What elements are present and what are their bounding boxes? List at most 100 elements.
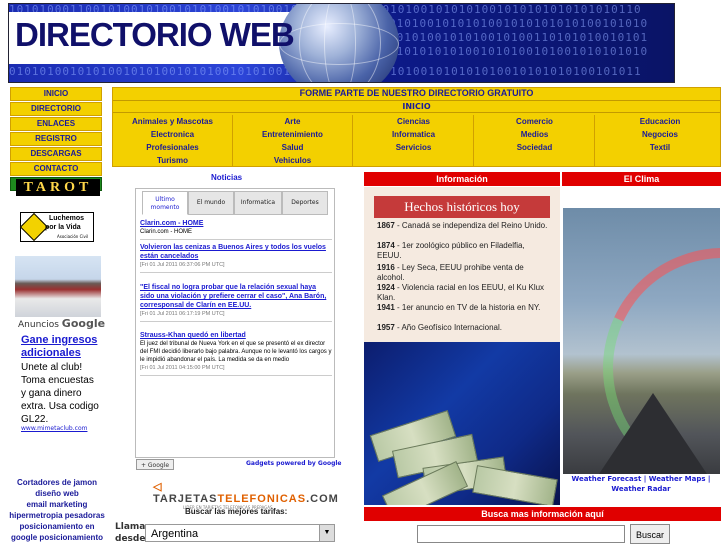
tab-deportes[interactable]: Deportes	[282, 191, 328, 215]
event-year: 1941	[377, 303, 395, 312]
category-vehiculos[interactable]: Vehiculos	[233, 154, 353, 167]
category-medios[interactable]: Medios	[475, 128, 595, 141]
bottom-link[interactable]: google posicionamiento	[8, 532, 106, 543]
event-item: 1924 - Violencia racial en los EEUU, el …	[377, 283, 549, 303]
category-empty	[354, 154, 474, 167]
news-date: [Fri 01 Jul 2011 04:15:00 PM UTC]	[140, 365, 225, 371]
news-item: "El fiscal no logra probar que la relaci…	[140, 283, 332, 322]
nav-item-enlaces[interactable]: ENLACES	[10, 117, 102, 131]
add-to-google-button[interactable]: + Google	[136, 459, 174, 470]
event-text: - Año Geofísico Internacional.	[394, 323, 502, 332]
header-banner: 1010100011001010010100101010010101001011…	[8, 3, 675, 83]
site-title: DIRECTORIO WEB	[15, 16, 295, 53]
bottom-links: Cortadores de jamon diseño web email marke…	[8, 477, 106, 543]
bottom-link[interactable]: Cortadores de jamon	[8, 477, 106, 488]
search-input[interactable]	[417, 525, 625, 543]
luchemos-banner[interactable]: Luchemos por la Vida Asociación Civil	[19, 212, 94, 242]
nav-item-inicio[interactable]: INICIO	[10, 87, 102, 101]
bottom-link[interactable]: email marketing	[8, 499, 106, 510]
ad-title-link[interactable]: Gane ingresos adicionales	[21, 334, 101, 360]
nav-item-contacto[interactable]: CONTACTO	[10, 162, 102, 176]
category-educacion[interactable]: Educacion	[600, 115, 720, 128]
category-ciencias[interactable]: Ciencias	[354, 115, 474, 128]
news-item: Strauss-Khan quedó en libertad El juez de…	[140, 331, 332, 376]
category-turismo[interactable]: Turismo	[113, 154, 233, 167]
news-headline-link[interactable]: "El fiscal no logra probar que la relaci…	[140, 283, 332, 310]
tab-ultimo-momento[interactable]: Ultimo momento	[142, 191, 188, 215]
category-comercio[interactable]: Comercio	[475, 115, 595, 128]
globe-image	[279, 4, 399, 82]
country-select[interactable]: Argentina ▼	[145, 524, 335, 542]
weather-links[interactable]: Weather Forecast | Weather Maps | Weathe…	[566, 474, 716, 494]
hechos-historicos: Hechos históricos hoy 1867 - Canadá se i…	[364, 187, 560, 342]
category-entretenimiento[interactable]: Entretenimiento	[233, 128, 353, 141]
event-year: 1916	[377, 263, 395, 272]
category-profesionales[interactable]: Profesionales	[113, 141, 233, 154]
event-item: 1874 - 1er zoológico público en Filadelf…	[377, 241, 549, 261]
tab-el-mundo[interactable]: El mundo	[188, 191, 234, 215]
ad-url-link[interactable]: www.mimetaclub.com	[21, 425, 87, 432]
bottom-link[interactable]: hipermetropia pesadoras	[8, 510, 106, 521]
tarjetas-logo[interactable]: ◁ TARJETASTELEFONICAS.COM LIDER EN TARJE…	[153, 480, 338, 510]
bottom-link[interactable]: diseño web	[8, 488, 106, 499]
category-directory: FORME PARTE DE NUESTRO DIRECTORIO GRATUI…	[112, 87, 721, 167]
news-date: [Fri 01 Jul 2011 06:37:06 PM UTC]	[140, 262, 225, 268]
tab-informatica[interactable]: Informatica	[234, 191, 282, 215]
weather-photo	[563, 208, 720, 474]
news-headline-link[interactable]: Strauss-Khan quedó en libertad	[140, 331, 332, 340]
directory-title: FORME PARTE DE NUESTRO DIRECTORIO GRATUI…	[299, 88, 534, 98]
tarot-banner[interactable]: TAROT	[16, 179, 100, 196]
category-arte[interactable]: Arte	[233, 115, 353, 128]
news-headline-link[interactable]: Clarin.com - HOME	[140, 219, 332, 228]
noticias-title[interactable]: Noticias	[211, 173, 242, 182]
tarifas-label: Buscar las mejores tarifas:	[185, 507, 288, 516]
news-body: Clarin.com - HOME	[140, 229, 193, 235]
phone-card-icon: ◁	[153, 481, 163, 493]
category-servicios[interactable]: Servicios	[354, 141, 474, 154]
category-electronica[interactable]: Electronica	[113, 128, 233, 141]
directory-inicio-link[interactable]: INICIO	[113, 100, 720, 113]
category-sociedad[interactable]: Sociedad	[475, 141, 595, 154]
event-year: 1867	[377, 221, 395, 230]
event-year: 1957	[377, 323, 395, 332]
llamar-label: Llamar desde:	[115, 522, 150, 544]
ad-text: Unete al club! Toma encuestas y gana din…	[21, 362, 99, 425]
news-widget: Ultimo momento El mundo Informatica Deporte…	[135, 188, 335, 458]
promo-photo[interactable]	[15, 256, 101, 317]
search-button[interactable]: Buscar	[630, 524, 670, 544]
event-text: - 1er anuncio en TV de la historia en NY…	[394, 303, 541, 312]
gadgets-link[interactable]: Gadgets powered by Google	[246, 460, 342, 467]
category-informatica[interactable]: Informatica	[354, 128, 474, 141]
nav-item-directorio[interactable]: DIRECTORIO	[10, 102, 102, 116]
family-icon	[19, 212, 49, 242]
page: 1010100011001010010100101010010101001011…	[0, 0, 727, 545]
category-negocios[interactable]: Negocios	[600, 128, 720, 141]
busca-header: Busca mas información aquí	[364, 507, 721, 521]
event-item: 1957 - Año Geofísico Internacional.	[377, 323, 549, 333]
news-item: Volvieron las cenizas a Buenos Aires y t…	[140, 243, 332, 273]
nav-item-registro[interactable]: REGISTRO	[10, 132, 102, 146]
ad-provider[interactable]: Anuncios Google	[18, 317, 105, 330]
category-empty	[475, 154, 595, 167]
news-body: El juez del tribunal de Nueva York en el…	[140, 341, 332, 363]
category-salud[interactable]: Salud	[233, 141, 353, 154]
event-item: 1916 - Ley Seca, EEUU prohibe venta de a…	[377, 263, 549, 283]
event-text: - Ley Seca, EEUU prohibe venta de alcoho…	[377, 263, 524, 282]
money-image	[364, 342, 560, 505]
event-text: - Violencia racial en los EEUU, el Ku Kl…	[377, 283, 545, 302]
bottom-link[interactable]: posicionamiento en	[8, 521, 106, 532]
news-headline-link[interactable]: Volvieron las cenizas a Buenos Aires y t…	[140, 243, 332, 261]
event-text: - 1er zoológico público en Filadelfia, E…	[377, 241, 525, 260]
clima-header: El Clima	[562, 172, 721, 186]
informacion-header: Información	[364, 172, 560, 186]
hechos-title: Hechos históricos hoy	[374, 196, 550, 218]
category-animales-y-mascotas[interactable]: Animales y Mascotas	[113, 115, 233, 128]
event-item: 1941 - 1er anuncio en TV de la historia …	[377, 303, 549, 313]
news-item: Clarin.com - HOME Clarin.com - HOME	[140, 219, 332, 240]
event-text: - Canadá se independiza del Reino Unido.	[394, 221, 548, 230]
category-textil[interactable]: Textil	[600, 141, 720, 154]
category-empty	[600, 154, 720, 167]
event-year: 1924	[377, 283, 395, 292]
main-nav: INICIO DIRECTORIO ENLACES REGISTRO DESCARGAS…	[10, 87, 102, 192]
nav-item-descargas[interactable]: DESCARGAS	[10, 147, 102, 161]
